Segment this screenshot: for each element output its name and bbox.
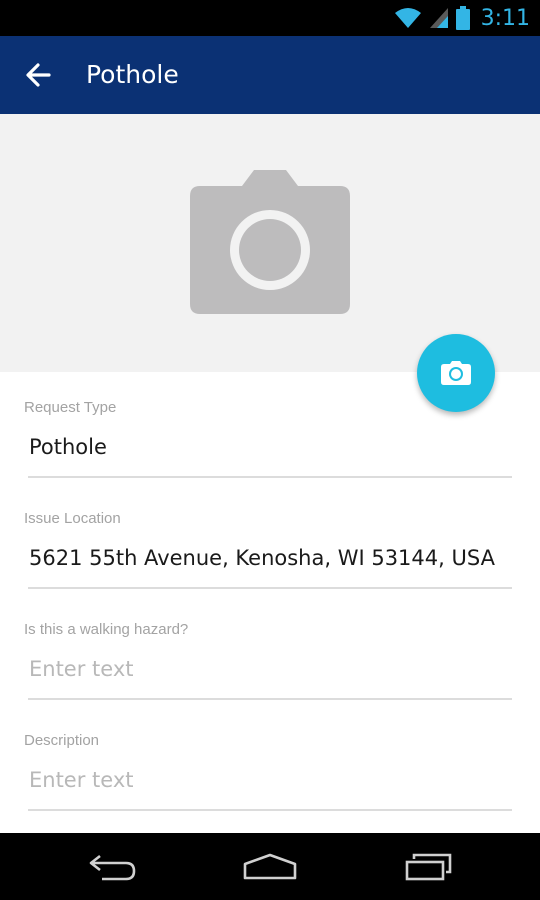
home-nav-icon	[243, 853, 297, 879]
status-bar: 3:11	[0, 0, 540, 36]
wifi-icon	[394, 8, 421, 28]
nav-bar	[0, 833, 540, 900]
arrow-back-icon	[26, 63, 51, 87]
request-type-input[interactable]	[28, 422, 512, 478]
nav-back-button[interactable]	[63, 833, 163, 900]
camera-icon	[441, 361, 471, 385]
back-button[interactable]	[14, 51, 62, 99]
nav-recent-button[interactable]	[379, 833, 479, 900]
walking-hazard-label: Is this a walking hazard?	[24, 621, 189, 638]
page-title: Pothole	[86, 60, 179, 89]
recent-apps-icon	[405, 853, 452, 880]
app-bar: Pothole	[0, 36, 540, 114]
add-photo-button[interactable]	[417, 334, 495, 412]
nav-home-button[interactable]	[220, 833, 320, 900]
walking-hazard-input[interactable]	[28, 644, 512, 700]
description-input[interactable]	[28, 755, 512, 811]
signal-icon	[429, 8, 448, 28]
description-label: Description	[24, 732, 100, 749]
issue-location-label: Issue Location	[24, 510, 121, 527]
status-icons: 3:11	[394, 0, 530, 36]
camera-placeholder-icon	[190, 170, 350, 314]
issue-location-input[interactable]	[28, 533, 512, 589]
back-nav-icon	[89, 854, 136, 880]
status-time: 3:11	[480, 5, 530, 31]
request-type-label: Request Type	[24, 399, 117, 416]
battery-icon	[455, 6, 470, 30]
